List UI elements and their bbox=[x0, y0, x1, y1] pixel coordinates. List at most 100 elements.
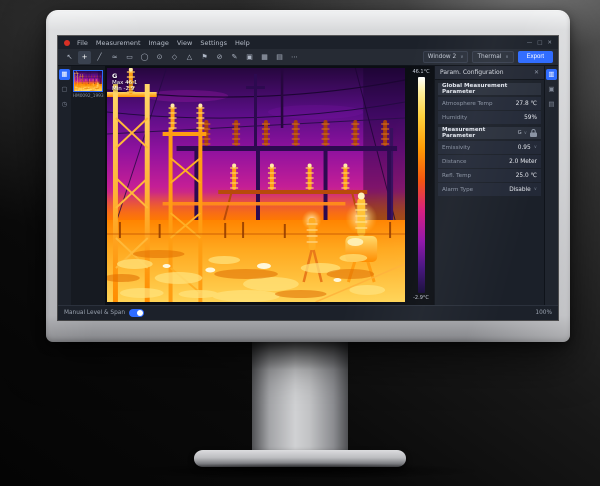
maximize-icon[interactable]: □ bbox=[537, 40, 542, 46]
row-value: 25.0 ℃ bbox=[516, 173, 537, 179]
view-mode-select[interactable]: Thermal ∨ bbox=[472, 51, 513, 63]
manual-level-span-toggle[interactable] bbox=[129, 309, 144, 317]
delta-tool-icon[interactable]: △ bbox=[183, 51, 196, 64]
menu-bar: File Measurement Image View Settings Help — □ ✕ bbox=[58, 36, 558, 49]
row-label: Refl. Temp bbox=[442, 173, 513, 179]
row-label: Alarm Type bbox=[442, 187, 506, 193]
manual-level-span-label: Manual Level & Span bbox=[64, 310, 125, 316]
file-thumbnail[interactable] bbox=[73, 70, 103, 92]
row-label: Distance bbox=[442, 159, 506, 165]
monitor-stand-neck bbox=[252, 340, 348, 452]
polygon-tool-icon[interactable]: ◇ bbox=[168, 51, 181, 64]
window-select[interactable]: Window 2 ∨ bbox=[423, 51, 469, 63]
monitor-screen: File Measurement Image View Settings Help — □ ✕… bbox=[58, 36, 558, 320]
close-icon[interactable]: ✕ bbox=[534, 69, 539, 76]
menu-item-image[interactable]: Image bbox=[149, 39, 169, 47]
file-thumbnail-image bbox=[74, 71, 102, 91]
chevron-down-icon: ∨ bbox=[505, 55, 508, 60]
notes-icon[interactable]: ▤ bbox=[546, 99, 557, 110]
row-atmosphere-temp: Atmosphere Temp 27.8 ℃ bbox=[438, 97, 541, 110]
row-refl-temp: Refl. Temp 25.0 ℃ bbox=[438, 169, 541, 182]
row-humidity: Humidity 59% bbox=[438, 111, 541, 124]
pointer-tool-icon[interactable]: ↖ bbox=[63, 51, 76, 64]
app-logo bbox=[64, 40, 70, 46]
row-value: 27.8 ℃ bbox=[516, 101, 537, 107]
param-panel-header: Param. Configuration ✕ bbox=[435, 66, 544, 80]
scene: File Measurement Image View Settings Help — □ ✕… bbox=[0, 0, 600, 486]
chevron-down-icon: ∨ bbox=[534, 187, 537, 192]
zoom-level-label: 100% bbox=[535, 310, 552, 316]
toolbar: ↖+╱≈▭◯⊙◇△⚑⊘✎▣▦▤⋯ Window 2 ∨ Thermal ∨ Ex… bbox=[58, 49, 558, 66]
menu-item-file[interactable]: File bbox=[77, 39, 88, 47]
chevron-down-icon: ∨ bbox=[524, 131, 527, 136]
menu-item-measurement[interactable]: Measurement bbox=[96, 39, 141, 47]
menu-item-settings[interactable]: Settings bbox=[200, 39, 227, 47]
monitor-frame: File Measurement Image View Settings Help — □ ✕… bbox=[46, 10, 570, 342]
param-panel: Param. Configuration ✕ Global Measuremen… bbox=[434, 66, 544, 305]
toolbar-right: Window 2 ∨ Thermal ∨ Export bbox=[423, 51, 553, 63]
section-measurement-parameter: Measurement Parameter G ∨ bbox=[438, 127, 541, 139]
row-label: Emissivity bbox=[442, 145, 515, 151]
row-value: 59% bbox=[524, 115, 537, 121]
circle-tool-icon[interactable]: ⊙ bbox=[153, 51, 166, 64]
rect-tool-icon[interactable]: ▭ bbox=[123, 51, 136, 64]
params-icon[interactable]: ▥ bbox=[546, 69, 557, 80]
export-button[interactable]: Export bbox=[518, 51, 553, 63]
param-panel-title: Param. Configuration bbox=[440, 69, 504, 76]
thermal-analyzer-window: File Measurement Image View Settings Help — □ ✕… bbox=[58, 36, 558, 320]
save-tool-icon[interactable]: ▤ bbox=[273, 51, 286, 64]
measurement-target-value: G bbox=[518, 130, 522, 136]
row-label: Humidity bbox=[442, 115, 521, 121]
ellipse-tool-icon[interactable]: ◯ bbox=[138, 51, 151, 64]
section-global-parameter: Global Measurement Parameter bbox=[438, 83, 541, 95]
row-distance: Distance 2.0 Meter bbox=[438, 155, 541, 168]
menu-bar-items: File Measurement Image View Settings Help bbox=[77, 39, 250, 47]
section-title: Measurement Parameter bbox=[442, 127, 515, 139]
row-emissivity[interactable]: Emissivity 0.95 ∨ bbox=[438, 141, 541, 154]
menu-item-view[interactable]: View bbox=[177, 39, 192, 47]
main-area: ▦ ▢ ◷ HM0092_1993 bbox=[58, 66, 558, 305]
copy-tool-icon[interactable]: ▣ bbox=[243, 51, 256, 64]
toolbar-tools: ↖+╱≈▭◯⊙◇△⚑⊘✎▣▦▤⋯ bbox=[63, 51, 301, 64]
row-alarm-type[interactable]: Alarm Type Disable ∨ bbox=[438, 183, 541, 196]
row-value: 2.0 Meter bbox=[509, 159, 537, 165]
history-icon[interactable]: ◷ bbox=[59, 99, 70, 110]
window-select-value: Window 2 bbox=[428, 54, 456, 60]
file-name-label: HM0092_1993 bbox=[73, 94, 104, 99]
more-tool-icon[interactable]: ⋯ bbox=[288, 51, 301, 64]
window-controls: — □ ✕ bbox=[527, 40, 552, 46]
image-canvas: G Max 46.1 Min -2.9 46.1°C -2.9°C bbox=[105, 66, 434, 305]
menu-item-help[interactable]: Help bbox=[235, 39, 250, 47]
erase-tool-icon[interactable]: ⊘ bbox=[213, 51, 226, 64]
left-rail: ▦ ▢ ◷ bbox=[58, 66, 71, 305]
measurement-id: G bbox=[112, 72, 137, 80]
chevron-down-icon: ∨ bbox=[460, 55, 463, 60]
measurement-target-select[interactable]: G ∨ bbox=[518, 130, 527, 136]
gallery-icon[interactable]: ▦ bbox=[59, 69, 70, 80]
measurement-parameter-rows: Emissivity 0.95 ∨ Distance 2.0 Meter Ref… bbox=[438, 141, 541, 196]
temperature-scale: 46.1°C -2.9°C bbox=[409, 69, 433, 301]
close-icon[interactable]: ✕ bbox=[547, 40, 552, 46]
temperature-scale-bar[interactable] bbox=[418, 77, 425, 293]
edit-tool-icon[interactable]: ✎ bbox=[228, 51, 241, 64]
folder-icon[interactable]: ▢ bbox=[59, 84, 70, 95]
measurement-min: Min -2.9 bbox=[112, 86, 137, 92]
right-rail: ▥ ▣ ▤ bbox=[544, 66, 558, 305]
image-tool-icon[interactable]: ▦ bbox=[258, 51, 271, 64]
floor-shadow bbox=[120, 463, 480, 479]
file-list-panel: HM0092_1993 bbox=[71, 66, 105, 305]
minimize-icon[interactable]: — bbox=[527, 40, 533, 46]
layers-icon[interactable]: ▣ bbox=[546, 84, 557, 95]
lock-icon[interactable] bbox=[530, 129, 537, 137]
thermal-image[interactable] bbox=[107, 68, 405, 302]
polyline-tool-icon[interactable]: ≈ bbox=[108, 51, 121, 64]
status-bar: Manual Level & Span 100% bbox=[58, 305, 558, 320]
measurement-overlay: G Max 46.1 Min -2.9 bbox=[112, 72, 137, 92]
spot-tool-icon[interactable]: + bbox=[78, 51, 91, 64]
chevron-down-icon: ∨ bbox=[534, 145, 537, 150]
row-value: Disable bbox=[509, 187, 531, 193]
line-tool-icon[interactable]: ╱ bbox=[93, 51, 106, 64]
scale-min-label: -2.9°C bbox=[413, 295, 429, 301]
flag-tool-icon[interactable]: ⚑ bbox=[198, 51, 211, 64]
row-value: 0.95 bbox=[518, 145, 531, 151]
